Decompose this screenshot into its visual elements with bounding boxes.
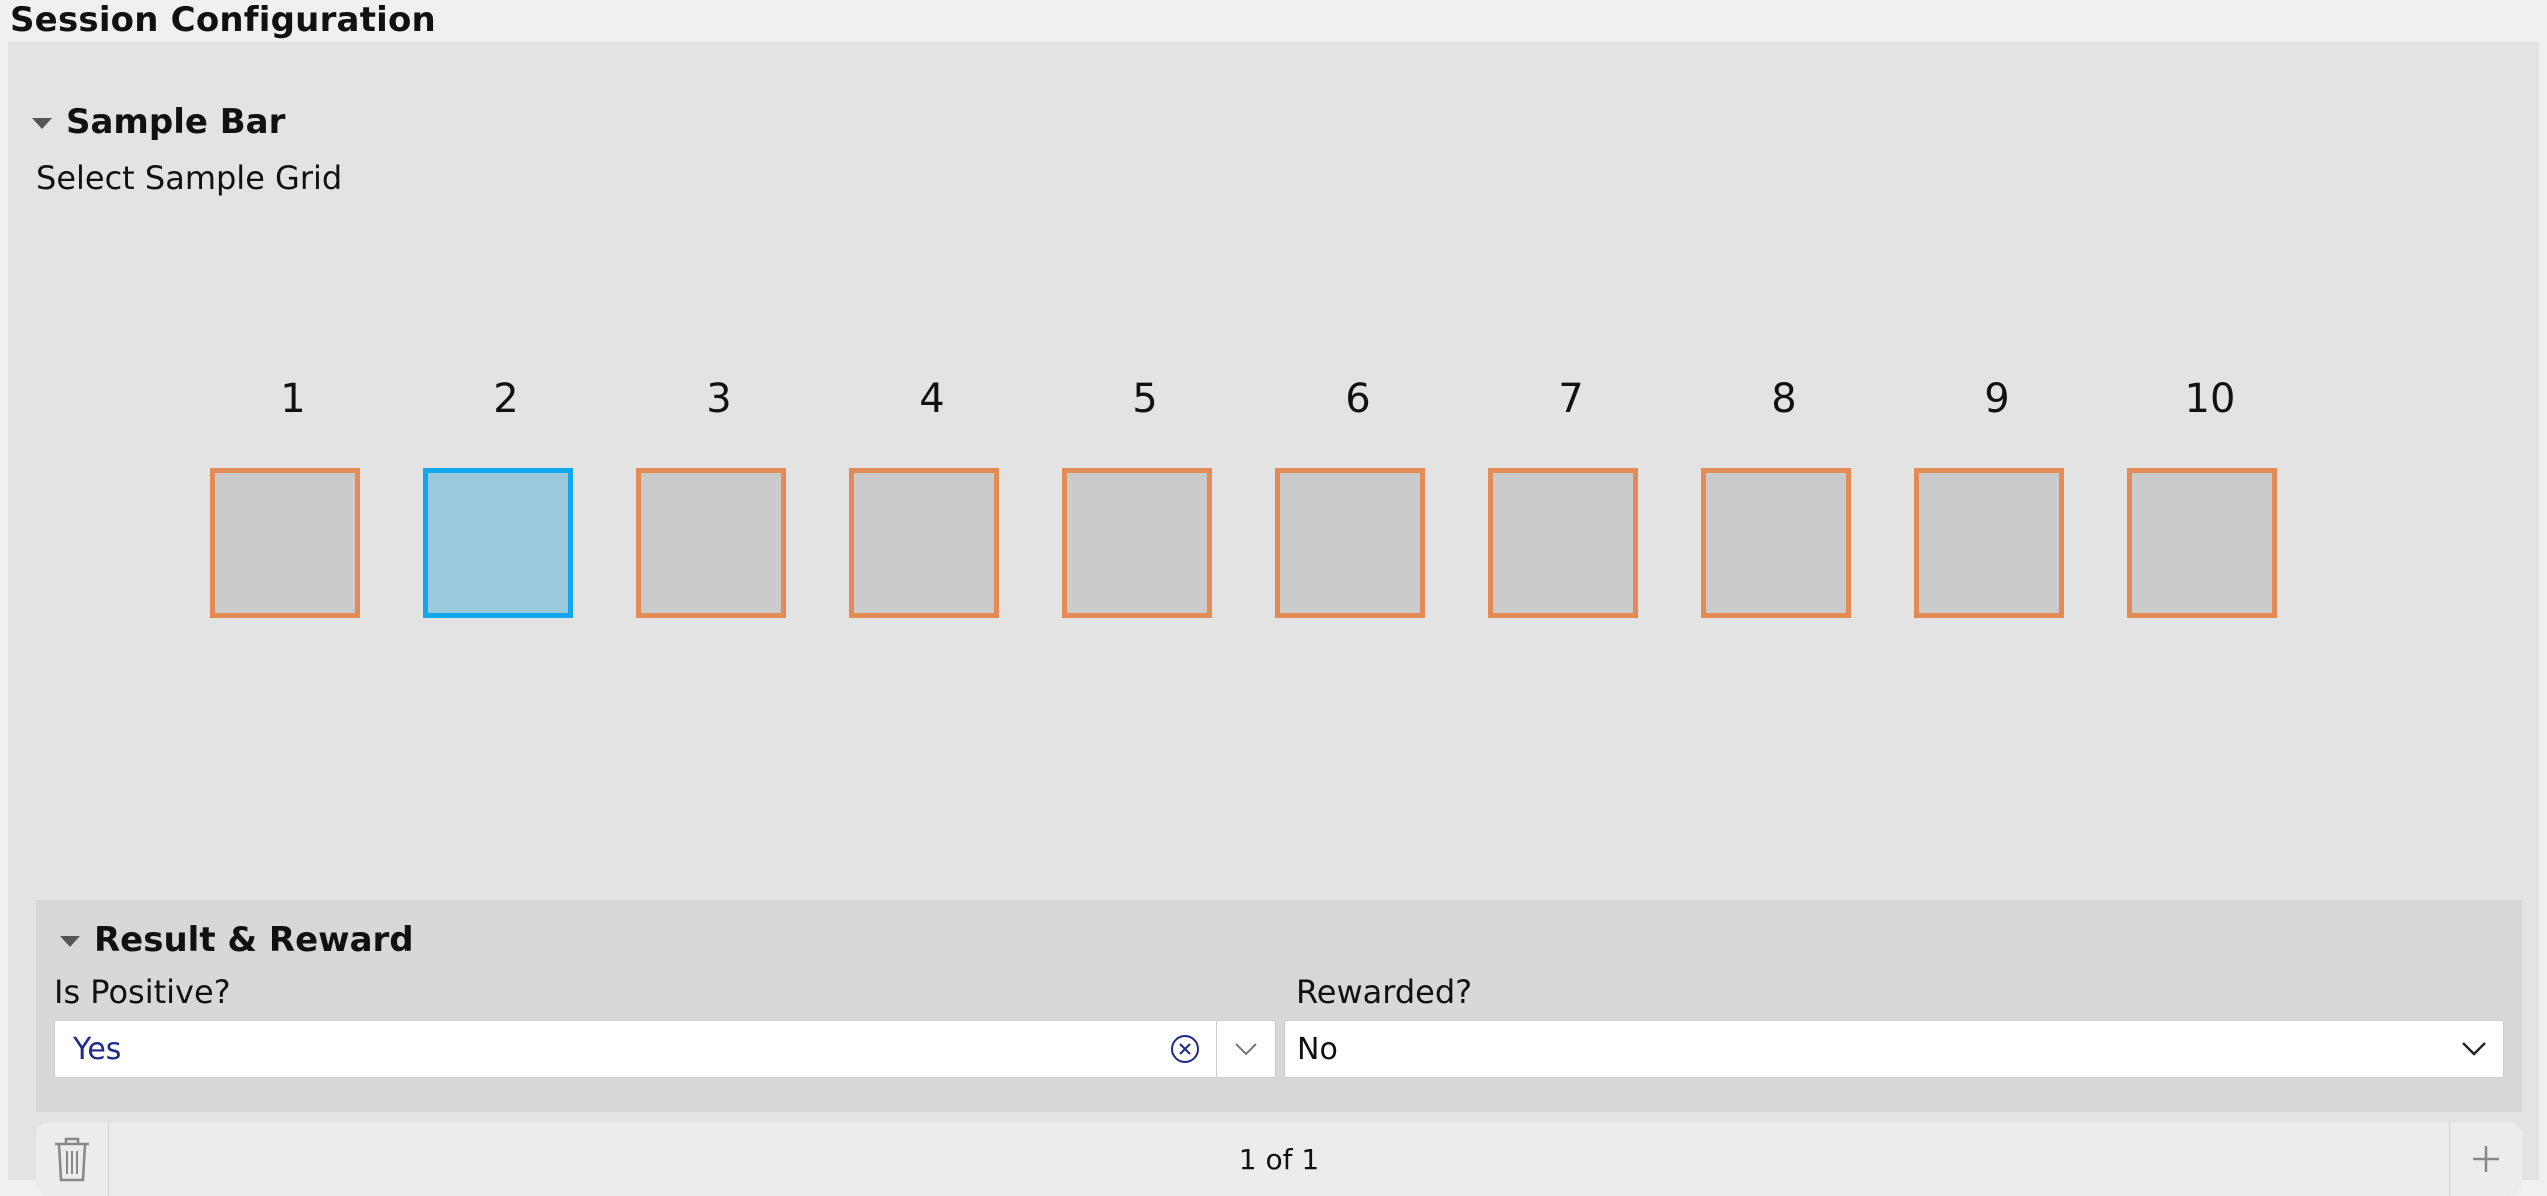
well-number-1: 1 (280, 376, 306, 422)
sample-bar-panel: Sample Bar Select Sample Grid 1 2 3 4 5 … (8, 42, 2539, 1196)
rewarded-select[interactable]: No (1284, 1020, 2504, 1078)
well-number-10: 10 (2184, 376, 2236, 422)
trash-icon (55, 1137, 89, 1182)
is-positive-value: Yes (73, 1031, 122, 1067)
sample-well-7[interactable] (1488, 468, 1638, 618)
sample-well-3[interactable] (636, 468, 786, 618)
add-button[interactable] (2450, 1122, 2522, 1196)
result-reward-header[interactable]: Result & Reward (60, 920, 414, 960)
result-reward-panel: Result & Reward Is Positive? Rewarded? Y… (36, 900, 2522, 1112)
pagination-footer: 1 of 1 (36, 1122, 2522, 1196)
sample-well-8[interactable] (1701, 468, 1851, 618)
pagination-label: 1 of 1 (1238, 1142, 1320, 1176)
well-number-8: 8 (1771, 376, 1797, 422)
well-number-4: 4 (919, 376, 945, 422)
page-title: Session Configuration (10, 0, 436, 40)
chevron-down-icon[interactable] (1217, 1020, 1275, 1078)
sample-bar-header[interactable]: Sample Bar (32, 102, 285, 142)
rewarded-value: No (1297, 1031, 1338, 1067)
sample-well-1[interactable] (210, 468, 360, 618)
rewarded-label: Rewarded? (1296, 973, 1473, 1011)
sample-well-9[interactable] (1914, 468, 2064, 618)
select-sample-grid-label: Select Sample Grid (36, 159, 343, 197)
chevron-down-icon[interactable] (2445, 1020, 2503, 1078)
collapse-triangle-icon[interactable] (60, 935, 80, 947)
collapse-triangle-icon[interactable] (32, 117, 52, 129)
sample-well-4[interactable] (849, 468, 999, 618)
sample-well-2[interactable] (423, 468, 573, 618)
result-reward-title: Result & Reward (94, 920, 414, 960)
well-number-5: 5 (1132, 376, 1158, 422)
sample-well-6[interactable] (1275, 468, 1425, 618)
well-number-7: 7 (1558, 376, 1584, 422)
well-number-3: 3 (706, 376, 732, 422)
sample-well-10[interactable] (2127, 468, 2277, 618)
sample-bar-title: Sample Bar (66, 102, 286, 142)
well-number-9: 9 (1984, 376, 2010, 422)
sample-well-5[interactable] (1062, 468, 1212, 618)
sample-grid: 1 2 3 4 5 6 7 8 9 10 (36, 342, 2436, 642)
delete-button[interactable] (36, 1122, 108, 1196)
well-number-6: 6 (1345, 376, 1371, 422)
is-positive-label: Is Positive? (54, 973, 231, 1011)
well-number-2: 2 (493, 376, 519, 422)
is-positive-select[interactable]: Yes (54, 1020, 1276, 1078)
clear-selection-icon[interactable] (1170, 1034, 1200, 1064)
plus-icon (2473, 1146, 2499, 1172)
